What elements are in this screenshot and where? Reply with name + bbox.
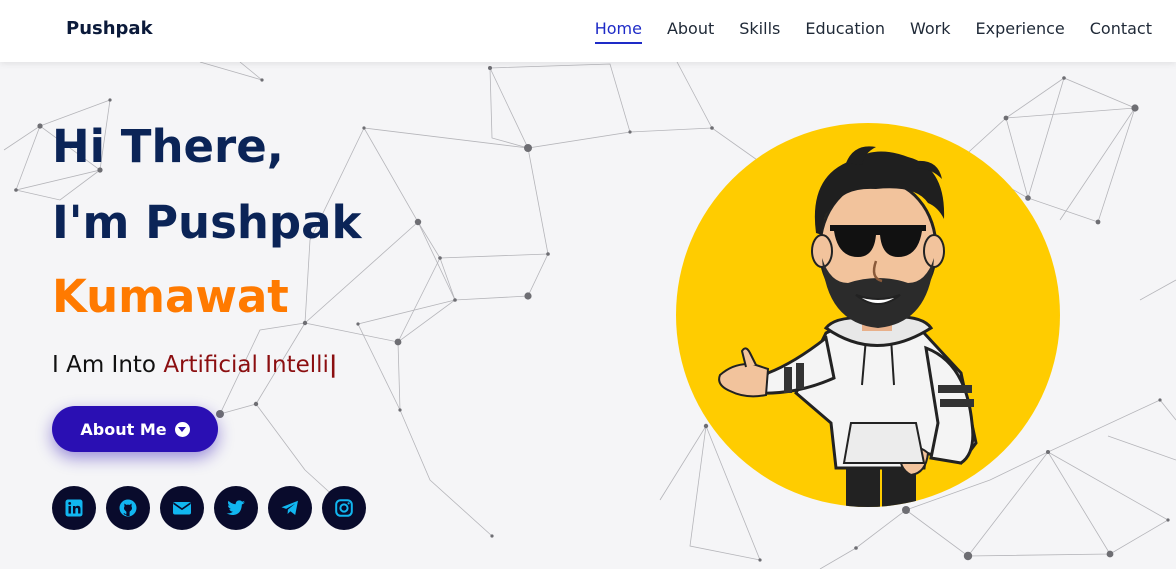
instagram-icon <box>335 499 353 517</box>
nav-link-experience[interactable]: Experience <box>976 19 1065 44</box>
cartoon-avatar-illustration <box>718 146 978 507</box>
nav-link-contact[interactable]: Contact <box>1090 19 1152 44</box>
about-me-label: About Me <box>80 419 167 439</box>
nav-link-about[interactable]: About <box>667 19 714 44</box>
social-links <box>52 486 366 530</box>
avatar <box>676 123 1060 507</box>
telegram-icon <box>281 500 298 515</box>
nav-links: Home About Skills Education Work Experie… <box>594 19 1152 44</box>
twitter-icon <box>226 500 245 516</box>
nav-link-home[interactable]: Home <box>594 19 642 44</box>
hero-surname: Kumawat <box>52 270 289 323</box>
envelope-icon <box>173 502 191 515</box>
linkedin-icon <box>65 499 83 517</box>
hero-tagline: I Am Into Artificial Intelli| <box>52 352 337 378</box>
typed-text: Artificial Intelli <box>163 352 329 378</box>
telegram-link[interactable] <box>268 486 312 530</box>
brand-logo[interactable]: Pushpak <box>66 18 153 39</box>
hero-greeting: Hi There, <box>52 120 284 173</box>
github-link[interactable] <box>106 486 150 530</box>
linkedin-link[interactable] <box>52 486 96 530</box>
typing-cursor: | <box>328 352 338 378</box>
nav-link-work[interactable]: Work <box>910 19 951 44</box>
instagram-link[interactable] <box>322 486 366 530</box>
twitter-link[interactable] <box>214 486 258 530</box>
hero-name-line: I'm Pushpak <box>52 196 362 249</box>
github-icon <box>119 499 137 517</box>
email-link[interactable] <box>160 486 204 530</box>
arrow-circle-down-icon <box>174 421 190 437</box>
about-me-button[interactable]: About Me <box>52 406 218 452</box>
top-navbar: Pushpak Home About Skills Education Work… <box>0 0 1176 62</box>
nav-link-skills[interactable]: Skills <box>739 19 780 44</box>
nav-link-education[interactable]: Education <box>805 19 885 44</box>
tagline-prefix: I Am Into <box>52 352 164 378</box>
